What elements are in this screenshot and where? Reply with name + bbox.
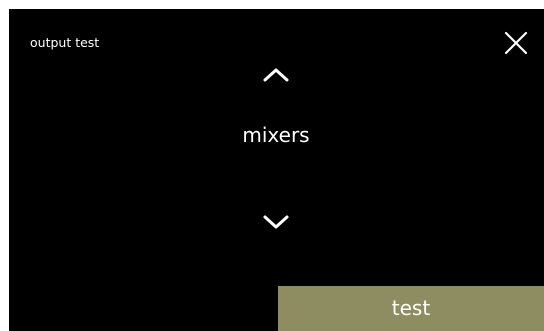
previous-item-button[interactable]	[259, 65, 293, 85]
close-icon	[504, 31, 528, 55]
next-item-button[interactable]	[259, 212, 293, 232]
page-title: output test	[30, 35, 100, 50]
chevron-up-icon	[263, 68, 289, 82]
chevron-down-icon	[263, 215, 289, 229]
output-test-screen: output test mixers test	[9, 9, 544, 331]
selected-output-label: mixers	[242, 123, 310, 147]
close-button[interactable]	[503, 30, 529, 56]
test-button[interactable]: test	[278, 286, 544, 331]
